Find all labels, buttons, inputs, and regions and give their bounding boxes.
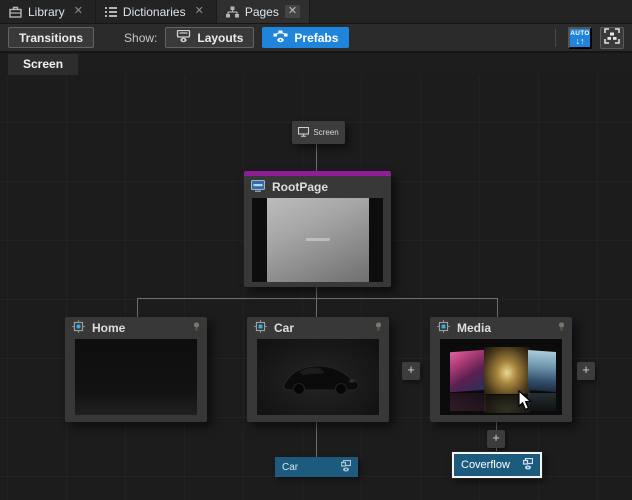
prefab-eye-icon [340,459,352,475]
layouts-eye-icon [176,29,191,46]
wire-horizontal [137,298,498,299]
close-icon[interactable]: ✕ [71,5,86,18]
toolbar-divider [555,28,556,47]
car-preview-image [257,339,379,415]
car-silhouette [283,365,359,395]
badge-label: Car [282,461,299,473]
list-icon [104,6,117,18]
auto-arrows-icon: ↓↑ [575,35,585,46]
car-node[interactable]: Car [247,317,389,422]
bulb-icon[interactable] [193,321,200,335]
rootpage-preview-image [266,198,369,282]
coverflow-cover-left [450,349,486,393]
media-title: Media [457,321,492,335]
screen-node-label: Screen [313,128,339,137]
page-monitor-icon [251,179,265,195]
media-preview-image [440,339,562,415]
prefabs-label: Prefabs [294,30,339,45]
bulb-icon[interactable] [375,321,382,335]
sitemap-icon [225,6,239,18]
wire-to-media [497,298,498,317]
home-header: Home [65,317,207,339]
layouts-toggle-button[interactable]: Layouts [165,27,255,48]
coverflow-cover-center [484,347,530,394]
add-prefab-button-below-media[interactable]: + [487,430,505,448]
car-title: Car [274,321,295,335]
home-title: Home [92,321,126,335]
rootpage-node[interactable]: RootPage [244,171,391,287]
home-preview-image [75,339,197,415]
mouse-cursor [518,389,533,416]
pages-toolbar: Transitions Show: Layouts Prefabs AUTO ↓… [0,24,632,53]
media-node[interactable]: Media [430,317,572,422]
auto-layout-button[interactable]: AUTO ↓↑ [568,26,592,49]
media-header: Media [430,317,572,339]
prefab-chip-icon [72,320,85,336]
prefab-chip-icon [437,320,450,336]
prefab-badge-car[interactable]: Car [275,457,358,477]
coverflow-cover-right [528,350,556,392]
page-graph-canvas[interactable]: Screen RootPage Home Car Media + + + Car… [0,75,632,500]
tab-label: Dictionaries [122,4,186,19]
bulb-icon[interactable] [558,321,565,335]
editor-tab-bar: Library ✕ Dictionaries ✕ Pages ✕ [0,0,632,24]
close-icon[interactable]: ✕ [284,5,301,18]
screen-node[interactable]: Screen [292,121,345,144]
badge-label: Coverflow [461,459,510,471]
tab-label: Library [28,4,65,19]
transitions-button[interactable]: Transitions [8,27,95,48]
tab-library[interactable]: Library ✕ [0,0,96,23]
coverflow-reflection [450,393,486,411]
wire-to-car [316,298,317,317]
layouts-label: Layouts [197,30,244,45]
home-node[interactable]: Home [65,317,207,422]
close-icon[interactable]: ✕ [192,5,207,18]
fit-view-button[interactable] [600,26,624,49]
prefab-eye-icon [522,457,534,473]
wire-car-badge [316,422,317,457]
breadcrumb-screen-tab[interactable]: Screen [8,54,79,75]
prefabs-eye-icon [273,30,288,46]
tab-pages[interactable]: Pages ✕ [216,0,311,23]
tab-label: Pages [244,4,279,19]
monitor-icon [298,126,310,139]
rootpage-thumbnail [252,198,383,282]
rootpage-preview-watermark [305,238,330,241]
prefab-chip-icon [254,320,267,336]
wire-to-home [137,298,138,317]
wire-screen-rootpage [316,144,317,171]
car-thumbnail [257,339,379,415]
add-page-button-after-car[interactable]: + [402,362,420,380]
home-thumbnail [75,339,197,415]
car-header: Car [247,317,389,339]
breadcrumb-row: Screen [0,53,632,75]
rootpage-title: RootPage [272,180,329,194]
wire-rootpage-down [316,287,317,298]
media-thumbnail [440,339,562,415]
toolbox-icon [9,6,22,18]
prefabs-toggle-button[interactable]: Prefabs [262,27,350,48]
tab-dictionaries[interactable]: Dictionaries ✕ [96,0,217,23]
show-label: Show: [124,30,158,45]
rootpage-header: RootPage [244,176,391,198]
prefab-badge-coverflow[interactable]: Coverflow [452,452,542,478]
add-page-button-after-media[interactable]: + [577,362,595,380]
fit-view-icon [604,28,620,47]
